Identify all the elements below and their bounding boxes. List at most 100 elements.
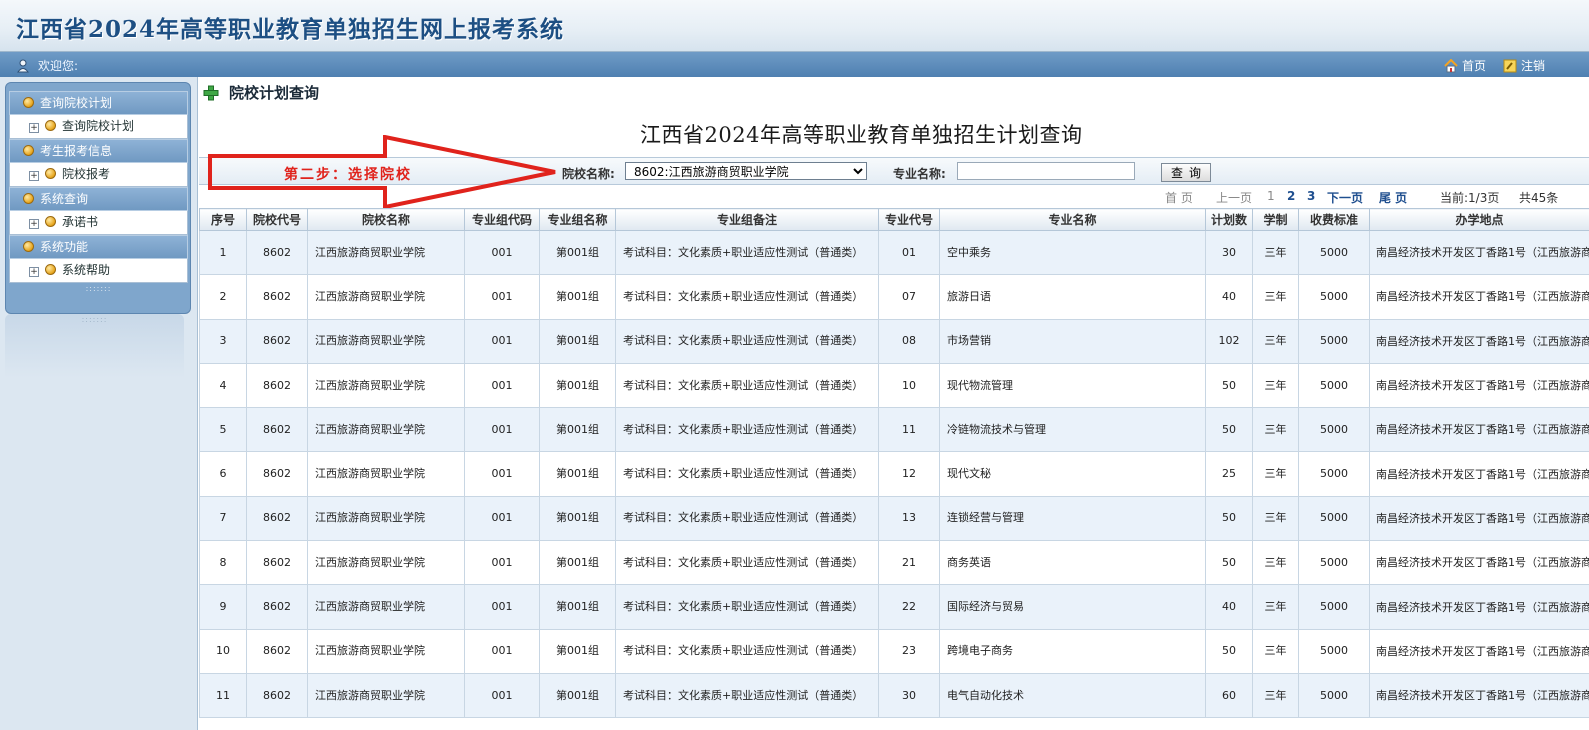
table-header-row: 序号 院校代号 院校名称 专业组代码 专业组名称 专业组备注 专业代号 专业名称 计划数 学制 收费… — [199, 208, 1589, 231]
cell-plan-count: 30 — [1205, 229, 1253, 276]
menu-group-plan[interactable]: 查询院校计划 — [9, 91, 188, 115]
cell-duration: 三年 — [1252, 628, 1299, 674]
cell-plan-count: 50 — [1205, 407, 1253, 453]
home-link-label: 首页 — [1462, 59, 1487, 73]
expand-icon[interactable]: + — [29, 267, 39, 277]
column-header: 学制 — [1252, 208, 1299, 231]
table-row: 4 8602 江西旅游商贸职业学院 001 第001组 考试科目：文化素质+职业适应性测试… — [199, 362, 1589, 409]
first-page-link[interactable]: 首 页 — [1165, 189, 1193, 206]
cell-campus-address: 南昌经济技术开发区丁香路1号（江西旅游商贸职业学院） — [1369, 229, 1589, 276]
cell-duration: 三年 — [1252, 274, 1299, 320]
cell-school-name: 江西旅游商贸职业学院 — [307, 274, 465, 320]
prev-page-link[interactable]: 上一页 — [1216, 189, 1252, 206]
menu-group-applicant[interactable]: 考生报考信息 — [9, 139, 188, 163]
table-row: 10 8602 江西旅游商贸职业学院 001 第001组 考试科目：文化素质+职业适应性测… — [199, 628, 1589, 674]
cell-major-code: 23 — [878, 628, 940, 674]
cell-group-code: 001 — [464, 495, 540, 542]
logout-icon — [1503, 59, 1517, 73]
menu-group-query[interactable]: 系统查询 — [9, 187, 188, 211]
cell-group-code: 001 — [464, 362, 540, 409]
cell-group-note: 考试科目：文化素质+职业适应性测试（普通类） — [615, 318, 879, 364]
cell-major-code: 11 — [878, 407, 940, 453]
expand-icon[interactable]: + — [29, 123, 39, 133]
filter-bar: 第二步：选择院校 院校名称: 8602:江西旅游商贸职业学院 专业名称: 查询 — [199, 135, 1589, 209]
column-header: 收费标准 — [1298, 208, 1370, 231]
cell-duration: 三年 — [1252, 540, 1299, 586]
cell-group-code: 001 — [464, 628, 540, 674]
logout-link[interactable]: 注销 — [1503, 57, 1545, 74]
menu-group-label: 系统查询 — [40, 192, 89, 206]
cell-group-code: 001 — [464, 672, 540, 719]
cell-row-number: 9 — [199, 584, 247, 630]
cell-school-code: 8602 — [246, 362, 308, 409]
cell-school-name: 江西旅游商贸职业学院 — [307, 672, 465, 719]
cell-group-note: 考试科目：文化素质+职业适应性测试（普通类） — [615, 274, 879, 320]
cell-row-number: 7 — [199, 495, 247, 542]
table-row: 1 8602 江西旅游商贸职业学院 001 第001组 考试科目：文化素质+职业适应性测试… — [199, 229, 1589, 276]
bullet-icon — [45, 264, 56, 275]
cell-row-number: 8 — [199, 540, 247, 586]
column-header: 院校名称 — [307, 208, 465, 231]
cell-duration: 三年 — [1252, 584, 1299, 630]
expand-icon[interactable]: + — [29, 219, 39, 229]
sidebar-lower-panel: ::::::: — [5, 314, 184, 378]
cell-plan-count: 50 — [1205, 540, 1253, 586]
cell-major-name: 冷链物流技术与管理 — [939, 407, 1206, 453]
bullet-icon — [23, 145, 34, 156]
page-link-1[interactable]: 1 — [1267, 189, 1275, 203]
table-row: 11 8602 江西旅游商贸职业学院 001 第001组 考试科目：文化素质+职业适应性测… — [199, 672, 1589, 719]
cell-school-name: 江西旅游商贸职业学院 — [307, 362, 465, 409]
next-page-link[interactable]: 下一页 — [1327, 189, 1363, 206]
cell-plan-count: 50 — [1205, 495, 1253, 542]
cell-group-code: 001 — [464, 318, 540, 364]
cell-group-name: 第001组 — [539, 407, 616, 453]
cell-major-code: 07 — [878, 274, 940, 320]
menu-item-help[interactable]: + 系统帮助 — [9, 259, 188, 283]
menu-group-function[interactable]: 系统功能 — [9, 235, 188, 259]
cell-campus-address: 南昌经济技术开发区丁香路1号（江西旅游商贸职业学院） — [1369, 540, 1589, 586]
welcome-area: 欢迎您: — [16, 57, 78, 74]
school-select[interactable]: 8602:江西旅游商贸职业学院 — [625, 162, 867, 180]
bullet-icon — [23, 97, 34, 108]
sidebar-menu: 查询院校计划 + 查询院校计划 考生报考信息 + 院校报考 系统查询 + 承诺书 系统… — [5, 82, 191, 314]
cell-group-name: 第001组 — [539, 362, 616, 409]
menu-item-query-plan[interactable]: + 查询院校计划 — [9, 115, 188, 139]
cell-major-name: 商务英语 — [939, 540, 1206, 586]
menu-item-label: 系统帮助 — [62, 263, 111, 277]
cell-group-note: 考试科目：文化素质+职业适应性测试（普通类） — [615, 229, 879, 276]
cell-major-name: 连锁经营与管理 — [939, 495, 1206, 542]
page-link-3[interactable]: 3 — [1307, 189, 1315, 203]
cell-school-name: 江西旅游商贸职业学院 — [307, 628, 465, 674]
query-title: 江西省2024年高等职业教育单独招生计划查询 — [640, 123, 1083, 147]
expand-icon[interactable]: + — [29, 171, 39, 181]
school-label: 院校名称: — [562, 167, 615, 181]
column-header: 专业组备注 — [615, 208, 879, 231]
cell-group-name: 第001组 — [539, 229, 616, 276]
cell-campus-address: 南昌经济技术开发区丁香路1号（江西旅游商贸职业学院） — [1369, 628, 1589, 674]
panel-grip[interactable]: ::::::: — [5, 314, 184, 326]
cell-tuition: 5000 — [1298, 672, 1370, 719]
major-input[interactable] — [957, 162, 1135, 180]
menu-item-pledge[interactable]: + 承诺书 — [9, 211, 188, 235]
panel-grip[interactable]: ::::::: — [9, 283, 188, 295]
cell-major-code: 08 — [878, 318, 940, 364]
plan-table: 序号 院校代号 院校名称 专业组代码 专业组名称 专业组备注 专业代号 专业名称 计划数 学制 收费… — [199, 208, 1589, 719]
cell-duration: 三年 — [1252, 407, 1299, 453]
logout-link-label: 注销 — [1521, 59, 1546, 73]
page-link-2[interactable]: 2 — [1287, 189, 1295, 203]
home-link[interactable]: 首页 — [1444, 57, 1486, 74]
table-row: 5 8602 江西旅游商贸职业学院 001 第001组 考试科目：文化素质+职业适应性测试… — [199, 407, 1589, 453]
menu-item-apply[interactable]: + 院校报考 — [9, 163, 188, 187]
menu-item-label: 查询院校计划 — [62, 119, 135, 133]
welcome-text: 欢迎您: — [38, 59, 79, 73]
cell-major-code: 12 — [878, 451, 940, 497]
cell-major-code: 30 — [878, 672, 940, 719]
cell-school-code: 8602 — [246, 628, 308, 674]
cell-campus-address: 南昌经济技术开发区丁香路1号（江西旅游商贸职业学院） — [1369, 362, 1589, 409]
cell-group-code: 001 — [464, 274, 540, 320]
search-button[interactable]: 查询 — [1161, 163, 1211, 182]
major-label: 专业名称: — [893, 167, 946, 181]
cell-tuition: 5000 — [1298, 229, 1370, 276]
last-page-link[interactable]: 尾 页 — [1379, 189, 1407, 206]
cell-major-name: 旅游日语 — [939, 274, 1206, 320]
